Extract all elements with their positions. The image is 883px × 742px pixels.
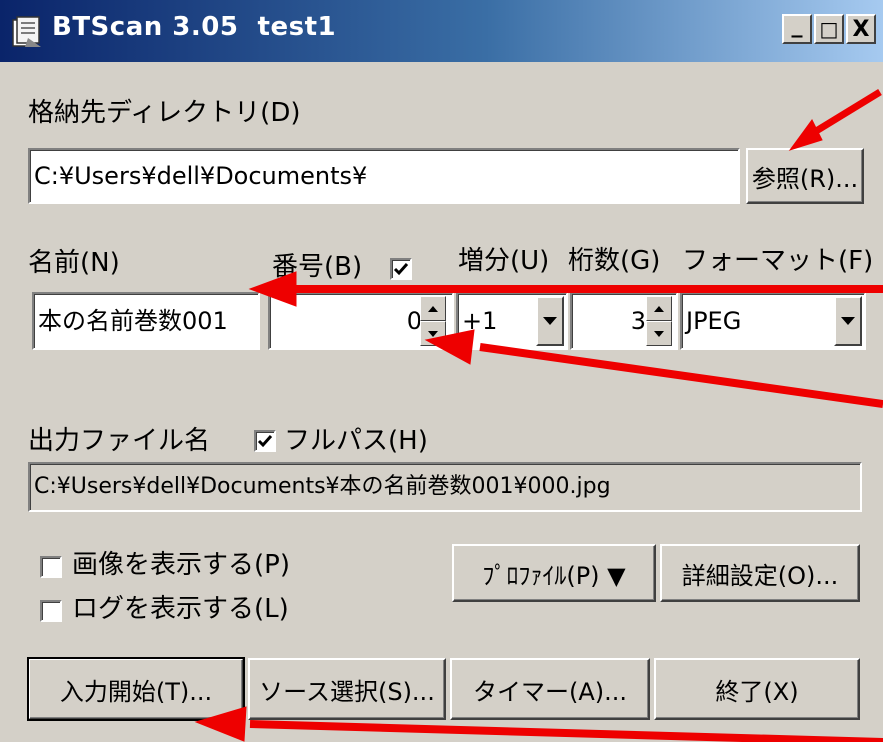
checkmark-icon xyxy=(257,435,273,448)
annotation-arrow xyxy=(806,89,882,139)
number-spinner[interactable] xyxy=(420,296,446,346)
show-image-label: 画像を表示する(P) xyxy=(72,550,290,580)
spin-up-icon[interactable] xyxy=(420,296,446,321)
browse-button[interactable]: 参照(R)... xyxy=(746,148,864,204)
close-button[interactable]: X xyxy=(846,14,876,44)
format-label: フォーマット(F) xyxy=(682,246,874,276)
increment-label: 増分(U) xyxy=(458,246,550,276)
advanced-settings-button[interactable]: 詳細設定(O)... xyxy=(660,544,860,602)
annotation-arrow xyxy=(249,720,883,742)
directory-label: 格納先ディレクトリ(D) xyxy=(28,98,301,128)
output-path-field: C:¥Users¥dell¥Documents¥本の名前巻数001¥000.jp… xyxy=(28,462,862,512)
exit-button[interactable]: 終了(X) xyxy=(654,658,860,720)
maximize-button[interactable]: □ xyxy=(814,14,844,44)
show-log-label: ログを表示する(L) xyxy=(72,594,289,624)
annotation-arrowhead xyxy=(788,119,823,151)
maximize-icon: □ xyxy=(819,17,839,41)
checkmark-icon xyxy=(393,263,409,276)
format-value: JPEG xyxy=(686,307,742,335)
increment-dropdown-icon[interactable] xyxy=(536,296,564,346)
start-input-button[interactable]: 入力開始(T)... xyxy=(27,657,245,721)
spin-up-icon[interactable] xyxy=(646,296,672,321)
name-input[interactable]: 本の名前巻数001 xyxy=(32,292,260,350)
app-icon xyxy=(12,16,41,47)
profile-button[interactable]: ﾌﾟﾛﾌｧｲﾙ(P) ▼ xyxy=(452,544,656,602)
number-checkbox[interactable] xyxy=(390,258,412,280)
close-icon: X xyxy=(852,16,870,42)
show-image-checkbox[interactable] xyxy=(40,556,62,578)
source-select-button[interactable]: ソース選択(S)... xyxy=(248,658,446,720)
annotation-arrow xyxy=(479,343,883,408)
increment-value: +1 xyxy=(462,307,498,335)
directory-input[interactable]: C:¥Users¥dell¥Documents¥ xyxy=(28,148,740,204)
spin-down-icon[interactable] xyxy=(420,321,446,346)
timer-button[interactable]: タイマー(A)... xyxy=(450,658,650,720)
name-label: 名前(N) xyxy=(28,248,120,278)
minimize-button[interactable]: _ xyxy=(782,12,812,44)
fullpath-checkbox[interactable] xyxy=(254,430,276,452)
minimize-icon: _ xyxy=(791,12,803,38)
show-log-checkbox[interactable] xyxy=(40,600,62,622)
spin-down-icon[interactable] xyxy=(646,321,672,346)
window-title: BTScan 3.05 test1 xyxy=(52,12,337,42)
digits-label: 桁数(G) xyxy=(568,246,661,276)
output-label: 出力ファイル名 xyxy=(28,426,211,456)
format-dropdown-icon[interactable] xyxy=(834,296,862,346)
digits-value: 3 xyxy=(630,307,646,335)
fullpath-label: フルパス(H) xyxy=(284,426,428,456)
digits-spinner[interactable] xyxy=(646,296,672,346)
number-label: 番号(B) xyxy=(272,252,363,282)
